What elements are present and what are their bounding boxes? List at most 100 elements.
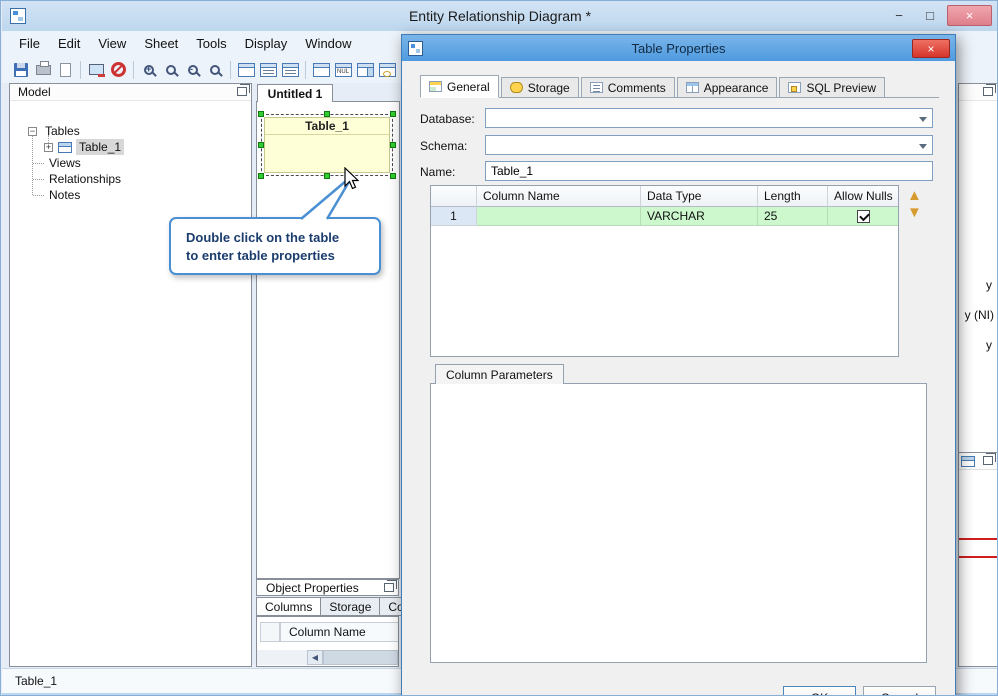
- right-panel-text-fragment: y: [986, 338, 992, 352]
- selection-rect: [261, 114, 393, 176]
- selection-handle[interactable]: [390, 142, 396, 148]
- tab-storage[interactable]: Storage: [320, 597, 381, 616]
- print-icon[interactable]: [32, 59, 54, 80]
- tab-untitled-1[interactable]: Untitled 1: [257, 84, 333, 102]
- toolbar-separator: [230, 60, 231, 79]
- schema-label: Schema:: [420, 139, 468, 153]
- tab-columns[interactable]: Columns: [256, 597, 322, 616]
- show-line-icon[interactable]: [279, 59, 301, 80]
- tree-item-tables[interactable]: − Tables: [28, 123, 83, 139]
- no-entry-icon[interactable]: [107, 59, 129, 80]
- tree-guide-line: [33, 179, 44, 180]
- appearance-tab-icon: [685, 82, 699, 93]
- zoom-fit-icon[interactable]: [204, 59, 226, 80]
- tree-item-notes[interactable]: Notes: [46, 187, 83, 203]
- collapse-icon[interactable]: −: [28, 126, 37, 136]
- grid-row-1[interactable]: 1 VARCHAR 25: [431, 207, 898, 226]
- window-title: Entity Relationship Diagram *: [408, 8, 592, 24]
- menu-window[interactable]: Window: [296, 33, 360, 54]
- horizontal-scrollbar[interactable]: ◀: [257, 650, 398, 665]
- menu-view[interactable]: View: [89, 33, 135, 54]
- ok-button[interactable]: OK: [783, 686, 856, 695]
- tab-sql-preview[interactable]: SQL Preview: [779, 77, 886, 97]
- menu-tools[interactable]: Tools: [187, 33, 235, 54]
- right-subpanel-header: [959, 452, 997, 470]
- scroll-left-icon[interactable]: ◀: [307, 650, 323, 665]
- schema-combobox[interactable]: [485, 135, 933, 155]
- selection-handle[interactable]: [390, 173, 396, 179]
- model-panel-title: Model: [18, 85, 51, 99]
- new-page-icon[interactable]: [54, 59, 76, 80]
- show-grid-icon[interactable]: [235, 59, 257, 80]
- model-panel: Model − Tables + Table_1 Views Relations…: [9, 83, 252, 667]
- entity-nul-view-icon[interactable]: NUL: [332, 59, 354, 80]
- zoom-normal-icon[interactable]: [160, 59, 182, 80]
- cancel-button[interactable]: Cancel: [863, 686, 936, 695]
- row-number-cell[interactable]: 1: [431, 207, 477, 226]
- selection-handle[interactable]: [258, 173, 264, 179]
- selection-handle[interactable]: [390, 111, 396, 117]
- float-panel-icon[interactable]: [237, 84, 250, 96]
- dialog-close-button[interactable]: ×: [912, 39, 950, 58]
- move-up-icon[interactable]: ▲: [907, 188, 922, 203]
- float-panel-icon[interactable]: [983, 453, 996, 465]
- tree-item-relationships[interactable]: Relationships: [46, 171, 124, 187]
- object-properties-tabs: Columns Storage Co: [256, 597, 413, 616]
- database-combobox[interactable]: [485, 108, 933, 128]
- save-icon[interactable]: [10, 59, 32, 80]
- entity-key-view-icon[interactable]: [376, 59, 398, 80]
- selection-handle[interactable]: [324, 111, 330, 117]
- row-header-cell: [260, 622, 280, 642]
- entity-view-icon[interactable]: [310, 59, 332, 80]
- main-titlebar[interactable]: Entity Relationship Diagram * − □ ×: [2, 1, 997, 31]
- menu-file[interactable]: File: [10, 33, 49, 54]
- chevron-down-icon: [919, 117, 927, 122]
- name-label: Name:: [420, 165, 456, 179]
- move-down-icon[interactable]: ▼: [907, 205, 922, 220]
- close-button[interactable]: ×: [947, 5, 992, 26]
- columns-grid: Column Name Data Type Length Allow Nulls…: [430, 185, 899, 357]
- tab-column-parameters[interactable]: Column Parameters: [435, 364, 564, 384]
- model-panel-header: Model: [10, 84, 251, 101]
- grid-header-allow-nulls: Allow Nulls: [828, 186, 898, 207]
- tree-item-views[interactable]: Views: [46, 155, 84, 171]
- entity-datatype-view-icon[interactable]: [354, 59, 376, 80]
- red-line-fragment: [959, 538, 997, 540]
- display-icon[interactable]: [85, 59, 107, 80]
- application-window: Entity Relationship Diagram * − □ × File…: [0, 0, 998, 696]
- grid-header-row: Column Name Data Type Length Allow Nulls: [431, 186, 898, 207]
- scrollbar-thumb[interactable]: [323, 650, 398, 665]
- tab-storage[interactable]: Storage: [500, 77, 579, 97]
- expand-icon[interactable]: +: [44, 142, 53, 152]
- name-input[interactable]: [485, 161, 933, 181]
- table-icon: [58, 141, 72, 153]
- column-name-cell[interactable]: [477, 207, 641, 226]
- zoom-in-icon[interactable]: +: [138, 59, 160, 80]
- selection-handle[interactable]: [258, 142, 264, 148]
- right-panel-text-fragment: y: [986, 278, 992, 292]
- tab-general[interactable]: General: [420, 75, 499, 98]
- minimize-button[interactable]: −: [885, 5, 913, 26]
- tree-item-table1[interactable]: + Table_1: [44, 139, 125, 155]
- database-label: Database:: [420, 112, 475, 126]
- dialog-titlebar[interactable]: Table Properties ×: [402, 35, 955, 61]
- grid-header-column-name: Column Name: [477, 186, 641, 207]
- selection-handle[interactable]: [258, 111, 264, 117]
- float-panel-icon[interactable]: [384, 580, 397, 592]
- checkbox-checked-icon[interactable]: [856, 209, 870, 223]
- grid-header-length: Length: [758, 186, 828, 207]
- tab-comments[interactable]: Comments: [580, 77, 675, 97]
- grid-header-num: [431, 186, 477, 207]
- toolbar-separator: [305, 60, 306, 79]
- allow-nulls-cell[interactable]: [828, 207, 898, 226]
- zoom-out-icon[interactable]: -: [182, 59, 204, 80]
- data-type-cell[interactable]: VARCHAR: [641, 207, 758, 226]
- tab-appearance[interactable]: Appearance: [676, 77, 778, 97]
- show-rows-icon[interactable]: [257, 59, 279, 80]
- menu-sheet[interactable]: Sheet: [135, 33, 187, 54]
- menu-display[interactable]: Display: [236, 33, 297, 54]
- length-cell[interactable]: 25: [758, 207, 828, 226]
- maximize-button[interactable]: □: [916, 5, 944, 26]
- float-panel-icon[interactable]: [983, 84, 996, 96]
- menu-edit[interactable]: Edit: [49, 33, 89, 54]
